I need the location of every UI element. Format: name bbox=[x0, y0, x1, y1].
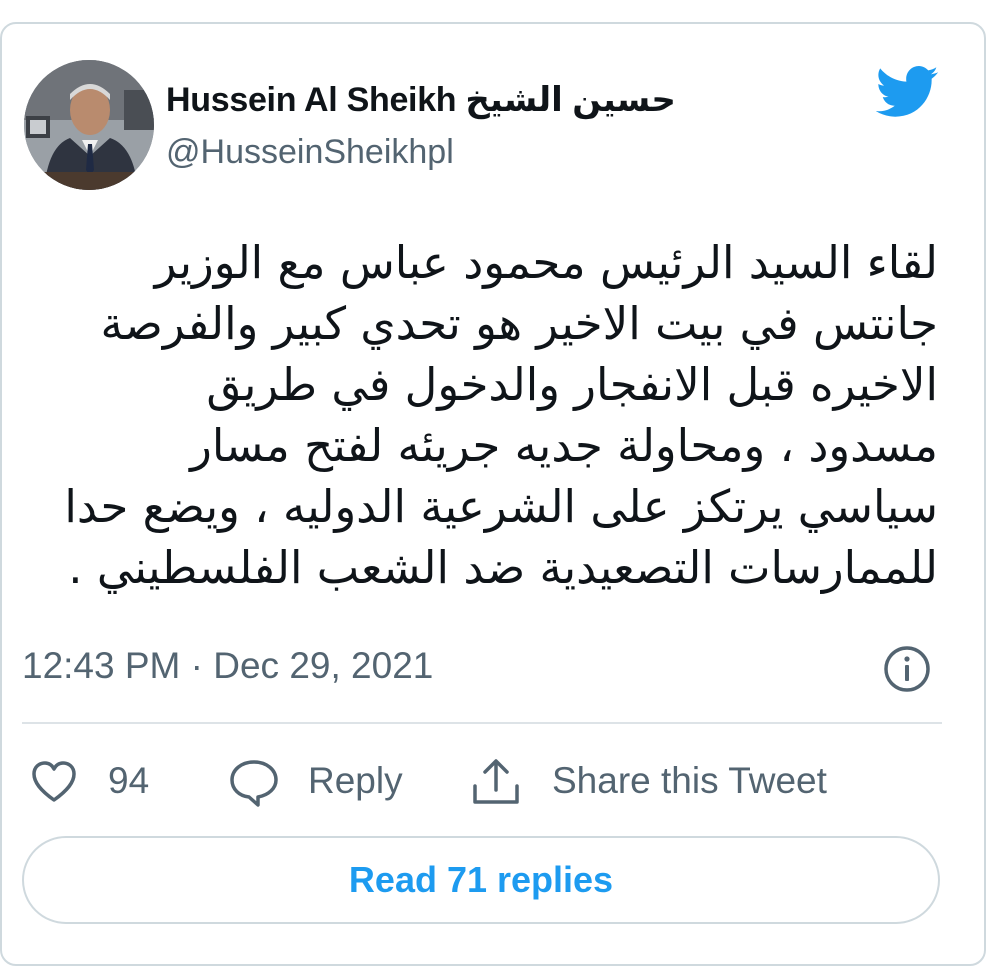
tweet-text: لقاء السيد الرئيس محمود عباس مع الوزير ج… bbox=[64, 236, 938, 594]
action-bar: 94 Reply Share this Tweet bbox=[0, 752, 986, 812]
share-upload-icon[interactable] bbox=[470, 756, 522, 808]
avatar[interactable] bbox=[24, 60, 154, 190]
tweet-timestamp[interactable]: 12:43 PM · Dec 29, 2021 bbox=[22, 645, 433, 687]
read-replies-button[interactable]: Read 71 replies bbox=[22, 836, 940, 924]
user-handle[interactable]: @HusseinSheikhpl bbox=[166, 133, 454, 172]
reply-button[interactable]: Reply bbox=[308, 760, 403, 802]
share-button[interactable]: Share this Tweet bbox=[552, 760, 827, 802]
heart-icon[interactable] bbox=[30, 760, 78, 804]
like-count[interactable]: 94 bbox=[108, 760, 149, 802]
display-name[interactable]: Hussein Al Sheikh حسين الشيخ bbox=[166, 80, 676, 120]
twitter-bird-icon[interactable] bbox=[876, 66, 940, 118]
speech-bubble-icon[interactable] bbox=[228, 758, 280, 808]
info-icon[interactable] bbox=[882, 644, 932, 694]
divider bbox=[22, 722, 942, 724]
avatar-photo bbox=[24, 60, 154, 190]
